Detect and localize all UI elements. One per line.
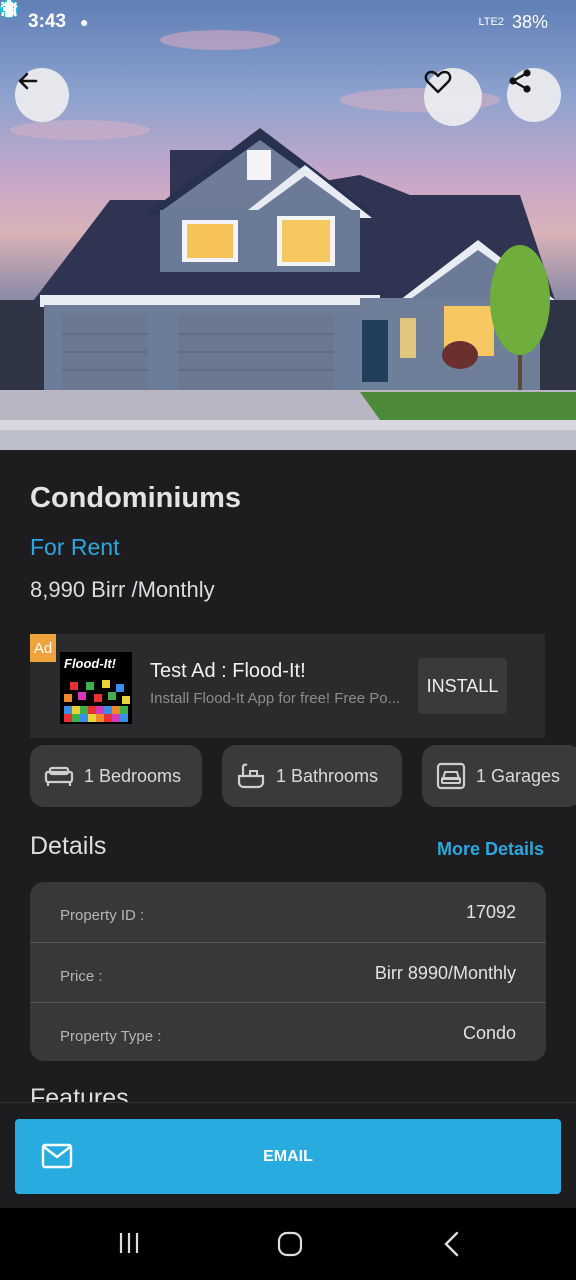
details-card: Property ID : 17092 Price : Birr 8990/Mo… <box>30 882 546 1061</box>
detail-key: Property ID : <box>60 906 145 924</box>
ad-install-button[interactable]: INSTALL <box>418 658 507 714</box>
share-icon <box>509 69 531 93</box>
bedrooms-chip: 1 Bedrooms <box>30 745 202 807</box>
details-heading: Details <box>30 832 107 860</box>
system-nav-bar <box>0 1208 576 1280</box>
listing-content: Condominiums For Rent 8,990 Birr /Monthl… <box>0 450 576 1102</box>
back-button[interactable] <box>15 68 69 122</box>
mail-icon <box>41 1143 73 1169</box>
detail-value: Condo <box>462 1022 516 1043</box>
car-icon <box>436 762 466 790</box>
listing-price: 8,990 Birr /Monthly <box>30 577 215 602</box>
email-button[interactable]: EMAIL <box>15 1119 561 1194</box>
detail-row: Price : Birr 8990/Monthly <box>30 943 546 1003</box>
garages-label: 1 Garages <box>476 765 561 786</box>
ad-app-logo: Flood-It! <box>60 652 132 724</box>
detail-key: Property Type : <box>60 1027 162 1045</box>
battery-icon <box>5 0 13 17</box>
more-details-link[interactable]: More Details <box>437 839 544 860</box>
notification-icons: S ● <box>0 0 89 30</box>
heart-icon <box>424 70 452 94</box>
ad-description: Install Flood-It App for free! Free Po..… <box>150 690 401 707</box>
detail-row: Property Type : Condo <box>30 1003 546 1061</box>
status-time: 3:43 <box>28 11 67 32</box>
share-button[interactable] <box>507 68 561 122</box>
bedrooms-label: 1 Bedrooms <box>84 765 182 786</box>
bathrooms-chip: 1 Bathrooms <box>222 745 402 807</box>
bed-icon <box>44 766 74 786</box>
bottom-action-bar: EMAIL <box>0 1102 576 1208</box>
ad-banner[interactable]: Ad Flood-It! Test Ad : Flood-It! Install… <box>30 634 545 738</box>
detail-row: Property ID : 17092 <box>30 882 546 942</box>
arrow-left-icon <box>18 72 38 90</box>
listing-title: Condominiums <box>30 482 242 514</box>
detail-value: Birr 8990/Monthly <box>374 962 516 983</box>
detail-key: Price : <box>60 967 103 985</box>
bathtub-icon <box>237 763 265 789</box>
ad-title: Test Ad : Flood-It! <box>150 660 306 682</box>
favorite-button[interactable] <box>424 68 482 126</box>
back-nav-icon[interactable] <box>440 1230 464 1258</box>
feature-chips: 1 Bedrooms 1 Bathrooms 1 Garages <box>30 745 576 807</box>
property-photo: 3:43 S ● LTE2 38% <box>0 0 576 450</box>
ad-badge: Ad <box>30 634 56 662</box>
status-bar: 3:43 S ● LTE2 38% <box>0 0 576 44</box>
system-icons: LTE2 38% <box>0 0 548 33</box>
recent-apps-icon[interactable] <box>116 1230 142 1256</box>
listing-status: For Rent <box>30 534 120 560</box>
bathrooms-label: 1 Bathrooms <box>276 765 379 786</box>
property-detail-screen: 3:43 S ● LTE2 38% <box>0 0 576 1280</box>
detail-value: 17092 <box>465 901 516 922</box>
battery-percent: 38% <box>511 11 548 32</box>
garages-chip: 1 Garages <box>422 745 576 807</box>
dot-icon: ● <box>80 14 89 30</box>
network-label: LTE2 <box>478 16 504 28</box>
email-label: EMAIL <box>263 1147 313 1165</box>
features-heading: Features <box>30 1084 129 1102</box>
home-icon[interactable] <box>276 1230 304 1258</box>
